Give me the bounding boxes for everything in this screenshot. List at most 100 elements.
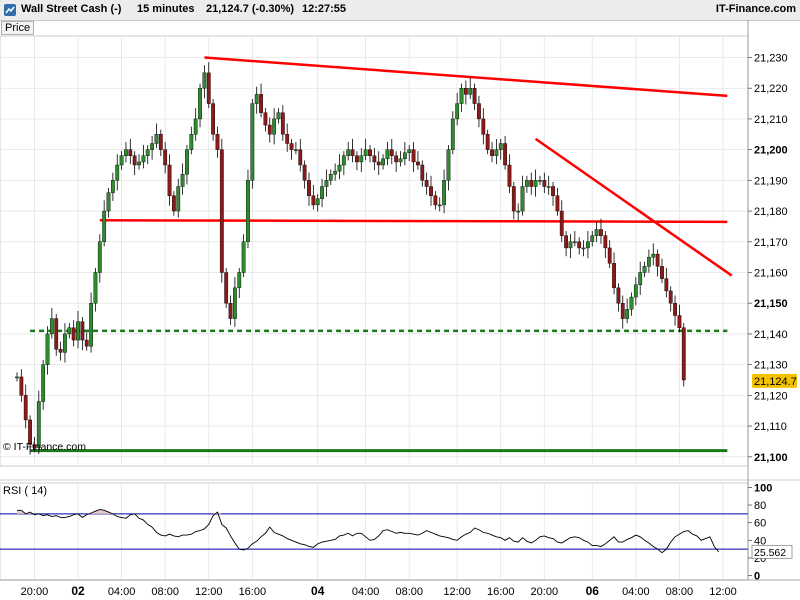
candle-body (171, 195, 176, 212)
price-tick-label: 21,190 (754, 175, 788, 187)
candle-body (137, 161, 141, 166)
candle-body (237, 272, 242, 289)
candle-body (647, 256, 651, 267)
candle-body (215, 134, 220, 150)
candle-body (564, 235, 569, 249)
candle-body (590, 235, 595, 242)
candle-body (41, 364, 46, 402)
candle-body (485, 134, 490, 150)
candle-body (341, 155, 346, 166)
rsi-value-badge: 25.562 (751, 544, 793, 559)
candle-body (289, 143, 294, 150)
price-tick-label: 21,140 (754, 329, 788, 341)
candle-body (572, 241, 577, 243)
candle-body (402, 152, 407, 160)
candle-body (176, 186, 181, 212)
candle-body (368, 149, 372, 156)
candle-body (84, 339, 89, 347)
candle-body (376, 161, 381, 166)
candle-body (272, 118, 277, 135)
candle-body (76, 321, 80, 341)
candle-body (385, 149, 390, 160)
candle-body (163, 149, 168, 166)
price-tick-label: 21,120 (754, 390, 788, 402)
time-axis-label: 04 (311, 584, 325, 598)
candle-body (180, 174, 185, 187)
price-tick-label: 21,160 (754, 268, 788, 280)
time-axis-label: 08:00 (666, 586, 694, 598)
candle-body (363, 149, 368, 156)
time-axis-label: 16:00 (239, 586, 267, 598)
time-axis-label: 12:00 (709, 586, 737, 598)
candle-body (511, 186, 516, 212)
candle-body (455, 103, 460, 120)
candle-body (546, 186, 551, 188)
candle-body (638, 272, 643, 285)
price-tick-label: 21,200 (754, 145, 788, 157)
candle-body (224, 272, 229, 304)
candle-body (533, 180, 538, 187)
candle-body (516, 210, 521, 213)
time-axis-label: 16:00 (487, 586, 515, 598)
candle-body (337, 164, 342, 172)
candle-body (429, 186, 433, 196)
resistance-line (99, 219, 728, 224)
candle-body (49, 318, 54, 335)
candle-body (259, 94, 263, 113)
time-axis-label: 08:00 (151, 586, 179, 598)
candle-body (254, 94, 259, 104)
candle-body (102, 210, 107, 242)
candle-body (15, 376, 19, 379)
candle-body (141, 155, 146, 163)
candle-body (241, 241, 246, 273)
time-axis-label: 04:00 (352, 586, 380, 598)
rsi-tick-label: 100 (754, 482, 772, 494)
candle-body (633, 284, 638, 298)
candle-body (346, 149, 351, 156)
candle-body (446, 149, 451, 181)
candle-body (132, 155, 137, 166)
candle-body (185, 149, 189, 175)
candle-body (124, 149, 128, 156)
candle-body (599, 229, 603, 236)
rsi-value: 25.562 (754, 547, 786, 559)
candle-body (420, 164, 425, 181)
last-price-badge: 21,124.7 (752, 373, 797, 388)
candle-body (642, 266, 647, 273)
candle-body (80, 321, 85, 341)
candle-body (503, 143, 507, 166)
candle-body (520, 186, 525, 212)
price-tick-label: 21,180 (754, 206, 788, 218)
candle-body (54, 318, 59, 350)
candle-body (625, 309, 630, 319)
candle-body (324, 180, 329, 187)
candle-body (498, 143, 503, 150)
candle-body (538, 180, 542, 182)
candle-body (629, 296, 634, 310)
candle-body (333, 170, 338, 175)
candle-body (620, 303, 625, 319)
trend-line (534, 137, 733, 277)
rsi-tick-label: 0 (754, 571, 760, 583)
price-tick-label: 21,230 (754, 53, 788, 65)
candle-body (263, 112, 268, 126)
candle-body (276, 112, 281, 120)
candle-body (110, 180, 115, 193)
time-axis-label: 02 (71, 584, 85, 598)
candle-body (211, 103, 216, 135)
candle-body (381, 158, 385, 166)
candle-body (677, 315, 682, 328)
candle-body (93, 272, 98, 304)
candle-body (660, 266, 664, 279)
candle-body (350, 149, 355, 156)
rsi-panel-label: RSI ( 14) (3, 485, 47, 497)
price-tick-label: 21,170 (754, 237, 788, 249)
rsi-tick-label: 80 (754, 500, 766, 512)
candle-body (551, 186, 555, 196)
time-axis-label: 04:00 (108, 586, 136, 598)
candle-body (411, 149, 416, 163)
candle-body (97, 241, 102, 273)
rsi-series-line (17, 508, 719, 554)
candle-body (19, 376, 24, 396)
candle-body (577, 241, 582, 249)
